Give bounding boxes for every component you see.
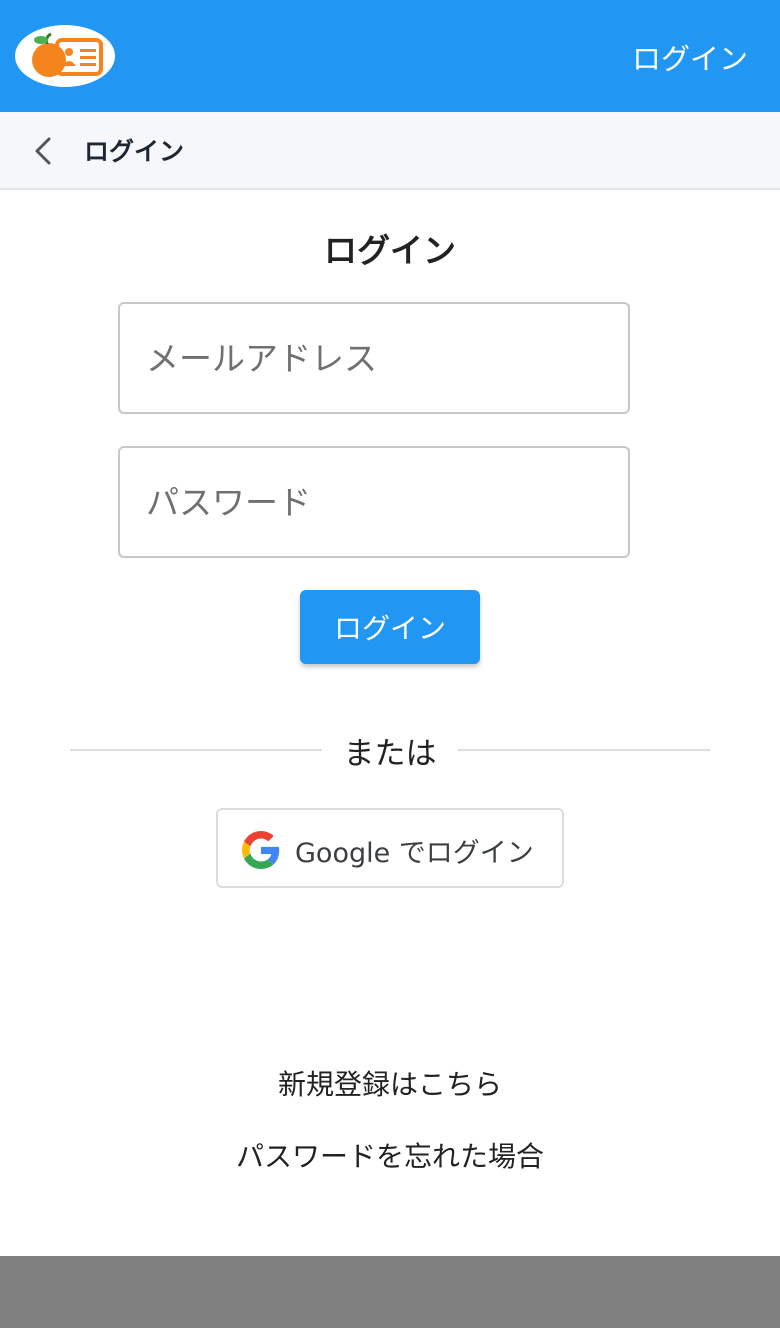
divider-line-right — [458, 749, 710, 751]
orange-id-card-logo-icon — [32, 32, 103, 77]
email-field[interactable] — [118, 302, 630, 414]
google-g-icon — [242, 831, 280, 873]
password-field[interactable] — [118, 446, 630, 558]
page-title: ログイン — [324, 231, 456, 270]
google-login-label: Google でログイン — [295, 838, 534, 869]
app-logo[interactable] — [15, 25, 115, 87]
sub-header: ログイン — [0, 112, 780, 190]
sub-header-title: ログイン — [84, 137, 185, 166]
app-bar: ログイン — [0, 0, 780, 112]
register-link[interactable]: 新規登録はこちら — [0, 1063, 780, 1103]
google-login-button[interactable]: Google でログイン — [216, 808, 564, 888]
footer — [0, 1256, 780, 1328]
forgot-password-link[interactable]: パスワードを忘れた場合 — [0, 1135, 780, 1175]
login-button[interactable]: ログイン — [300, 590, 480, 664]
header-login-link[interactable]: ログイン — [632, 36, 748, 78]
chevron-left-icon[interactable] — [28, 134, 58, 168]
